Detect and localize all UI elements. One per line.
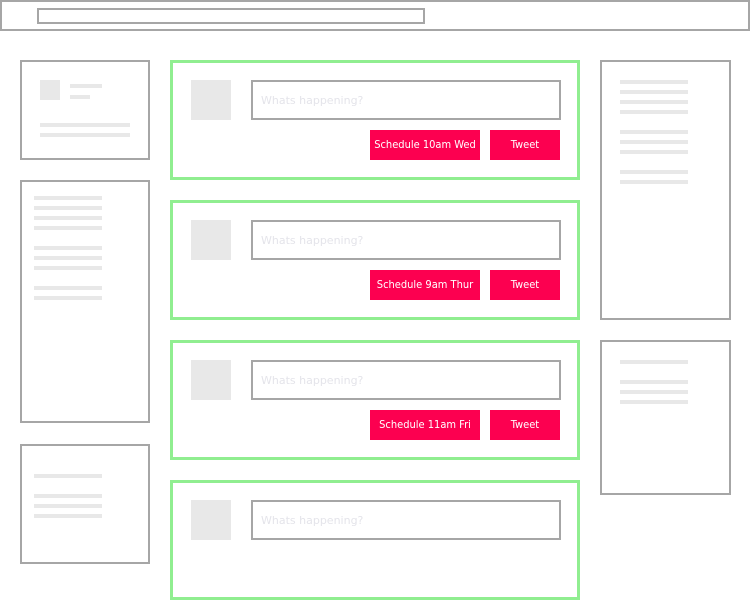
trend-line	[34, 266, 102, 270]
tweet-input[interactable]	[251, 220, 561, 260]
trend-line	[34, 256, 102, 260]
panel-line	[620, 140, 688, 144]
composer-avatar	[191, 360, 231, 400]
tweet-composer	[170, 480, 580, 600]
schedule-button[interactable]: Schedule 11am Fri	[370, 410, 480, 440]
trend-line	[34, 226, 102, 230]
panel-line	[620, 400, 688, 404]
tweet-input[interactable]	[251, 360, 561, 400]
top-bar	[0, 0, 750, 31]
tweet-button[interactable]: Tweet	[490, 130, 560, 160]
tweet-composer: Schedule 10am Wed Tweet	[170, 60, 580, 180]
tweet-button[interactable]: Tweet	[490, 270, 560, 300]
trend-line	[34, 286, 102, 290]
left-bottom-panel	[20, 444, 150, 564]
panel-line	[620, 380, 688, 384]
panel-line	[34, 474, 102, 478]
panel-line	[620, 80, 688, 84]
composer-avatar	[191, 220, 231, 260]
profile-stat-line	[40, 123, 130, 127]
composer-avatar	[191, 80, 231, 120]
panel-line	[34, 494, 102, 498]
tweet-composer: Schedule 9am Thur Tweet	[170, 200, 580, 320]
right-upper-panel	[600, 60, 731, 320]
profile-stat-line	[40, 133, 130, 137]
panel-line	[620, 170, 688, 174]
schedule-button[interactable]: Schedule 10am Wed	[370, 130, 480, 160]
panel-line	[34, 514, 102, 518]
profile-handle-line	[70, 95, 90, 99]
panel-line	[620, 390, 688, 394]
panel-line	[620, 150, 688, 154]
search-bar[interactable]	[37, 8, 425, 24]
composer-avatar	[191, 500, 231, 540]
trend-line	[34, 296, 102, 300]
profile-name-line	[70, 84, 102, 88]
schedule-button[interactable]: Schedule 9am Thur	[370, 270, 480, 300]
tweet-input[interactable]	[251, 80, 561, 120]
tweet-composer: Schedule 11am Fri Tweet	[170, 340, 580, 460]
profile-avatar	[40, 80, 60, 100]
trends-panel	[20, 180, 150, 423]
panel-line	[620, 110, 688, 114]
profile-card	[20, 60, 150, 160]
trend-line	[34, 206, 102, 210]
panel-line	[620, 100, 688, 104]
tweet-button[interactable]: Tweet	[490, 410, 560, 440]
trend-line	[34, 246, 102, 250]
panel-line	[34, 504, 102, 508]
tweet-input[interactable]	[251, 500, 561, 540]
panel-line	[620, 360, 688, 364]
panel-line	[620, 130, 688, 134]
panel-line	[620, 90, 688, 94]
right-lower-panel	[600, 340, 731, 495]
trend-line	[34, 216, 102, 220]
panel-line	[620, 180, 688, 184]
trend-line	[34, 196, 102, 200]
